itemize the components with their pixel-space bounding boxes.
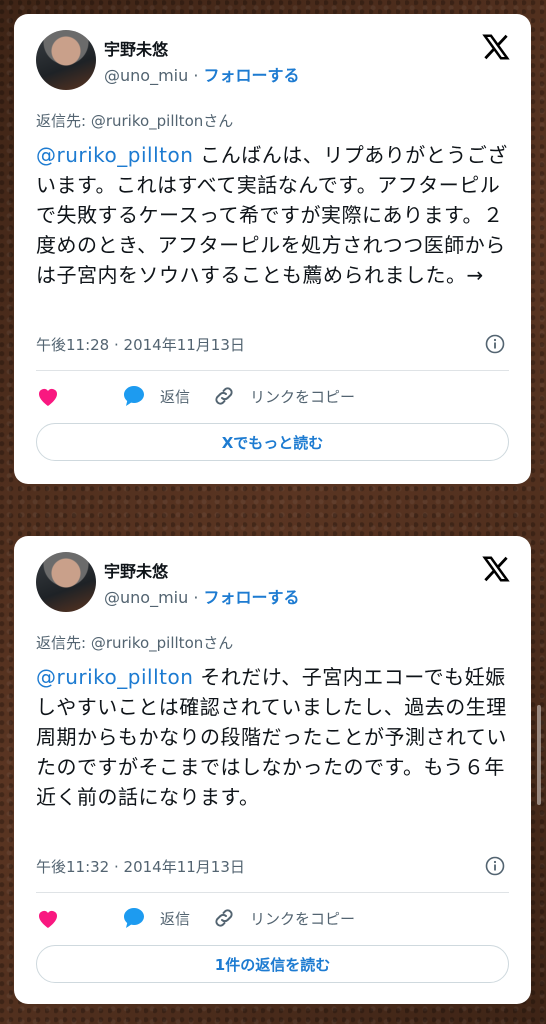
- reply-bubble-icon: [124, 386, 144, 406]
- author-handle[interactable]: @uno_miu: [104, 66, 188, 85]
- copy-link-label: リンクをコピー: [250, 909, 356, 928]
- action-bar: 返信 リンクをコピー: [36, 384, 377, 408]
- read-replies-button[interactable]: 1件の返信を読む: [36, 945, 509, 983]
- follow-link[interactable]: フォローする: [204, 66, 300, 85]
- handle-row: @uno_miu · フォローする: [104, 62, 300, 86]
- reply-bubble-icon: [124, 908, 144, 928]
- x-logo-icon[interactable]: [481, 554, 511, 584]
- copy-link-label: リンクをコピー: [250, 387, 356, 406]
- link-icon: [215, 909, 233, 927]
- tweet-text: @ruriko_pillton こんばんは、リプありがとうございます。これはすべ…: [36, 140, 516, 290]
- tweet-card: 宇野未悠 @uno_miu · フォローする 返信先: @ruriko_pill…: [14, 14, 531, 484]
- divider: [36, 892, 509, 893]
- info-icon[interactable]: [485, 334, 505, 354]
- handle-row: @uno_miu · フォローする: [104, 584, 300, 608]
- author-handle[interactable]: @uno_miu: [104, 588, 188, 607]
- action-bar: 返信 リンクをコピー: [36, 906, 377, 930]
- reply-button[interactable]: 返信: [122, 384, 190, 408]
- separator: ·: [188, 588, 204, 607]
- copy-link-button[interactable]: リンクをコピー: [212, 906, 355, 930]
- reply-to: 返信先: @ruriko_pilltonさん: [36, 634, 234, 652]
- scrollbar[interactable]: [537, 705, 541, 805]
- timestamp[interactable]: 午後11:32 · 2014年11月13日: [36, 856, 245, 877]
- read-more-button[interactable]: Xでもっと読む: [36, 423, 509, 461]
- reply-to: 返信先: @ruriko_pilltonさん: [36, 112, 234, 130]
- like-button[interactable]: [36, 385, 74, 407]
- info-icon[interactable]: [485, 856, 505, 876]
- mention-link[interactable]: @ruriko_pillton: [36, 143, 193, 167]
- separator: ·: [188, 66, 204, 85]
- tweet-text: @ruriko_pillton それだけ、子宮内エコーでも妊娠しやすいことは確認…: [36, 662, 516, 812]
- tweet-card: 宇野未悠 @uno_miu · フォローする 返信先: @ruriko_pill…: [14, 536, 531, 1004]
- divider: [36, 370, 509, 371]
- avatar[interactable]: [36, 30, 96, 90]
- heart-icon: [39, 389, 57, 406]
- mention-link[interactable]: @ruriko_pillton: [36, 665, 193, 689]
- reply-label: 返信: [160, 387, 191, 406]
- timestamp[interactable]: 午後11:28 · 2014年11月13日: [36, 334, 245, 355]
- copy-link-button[interactable]: リンクをコピー: [212, 384, 355, 408]
- avatar[interactable]: [36, 552, 96, 612]
- follow-link[interactable]: フォローする: [204, 588, 300, 607]
- like-button[interactable]: [36, 907, 74, 929]
- reply-button[interactable]: 返信: [122, 906, 190, 930]
- author-name[interactable]: 宇野未悠: [104, 36, 168, 60]
- reply-label: 返信: [160, 909, 191, 928]
- author-name[interactable]: 宇野未悠: [104, 558, 168, 582]
- x-logo-icon[interactable]: [481, 32, 511, 62]
- heart-icon: [39, 911, 57, 928]
- link-icon: [215, 387, 233, 405]
